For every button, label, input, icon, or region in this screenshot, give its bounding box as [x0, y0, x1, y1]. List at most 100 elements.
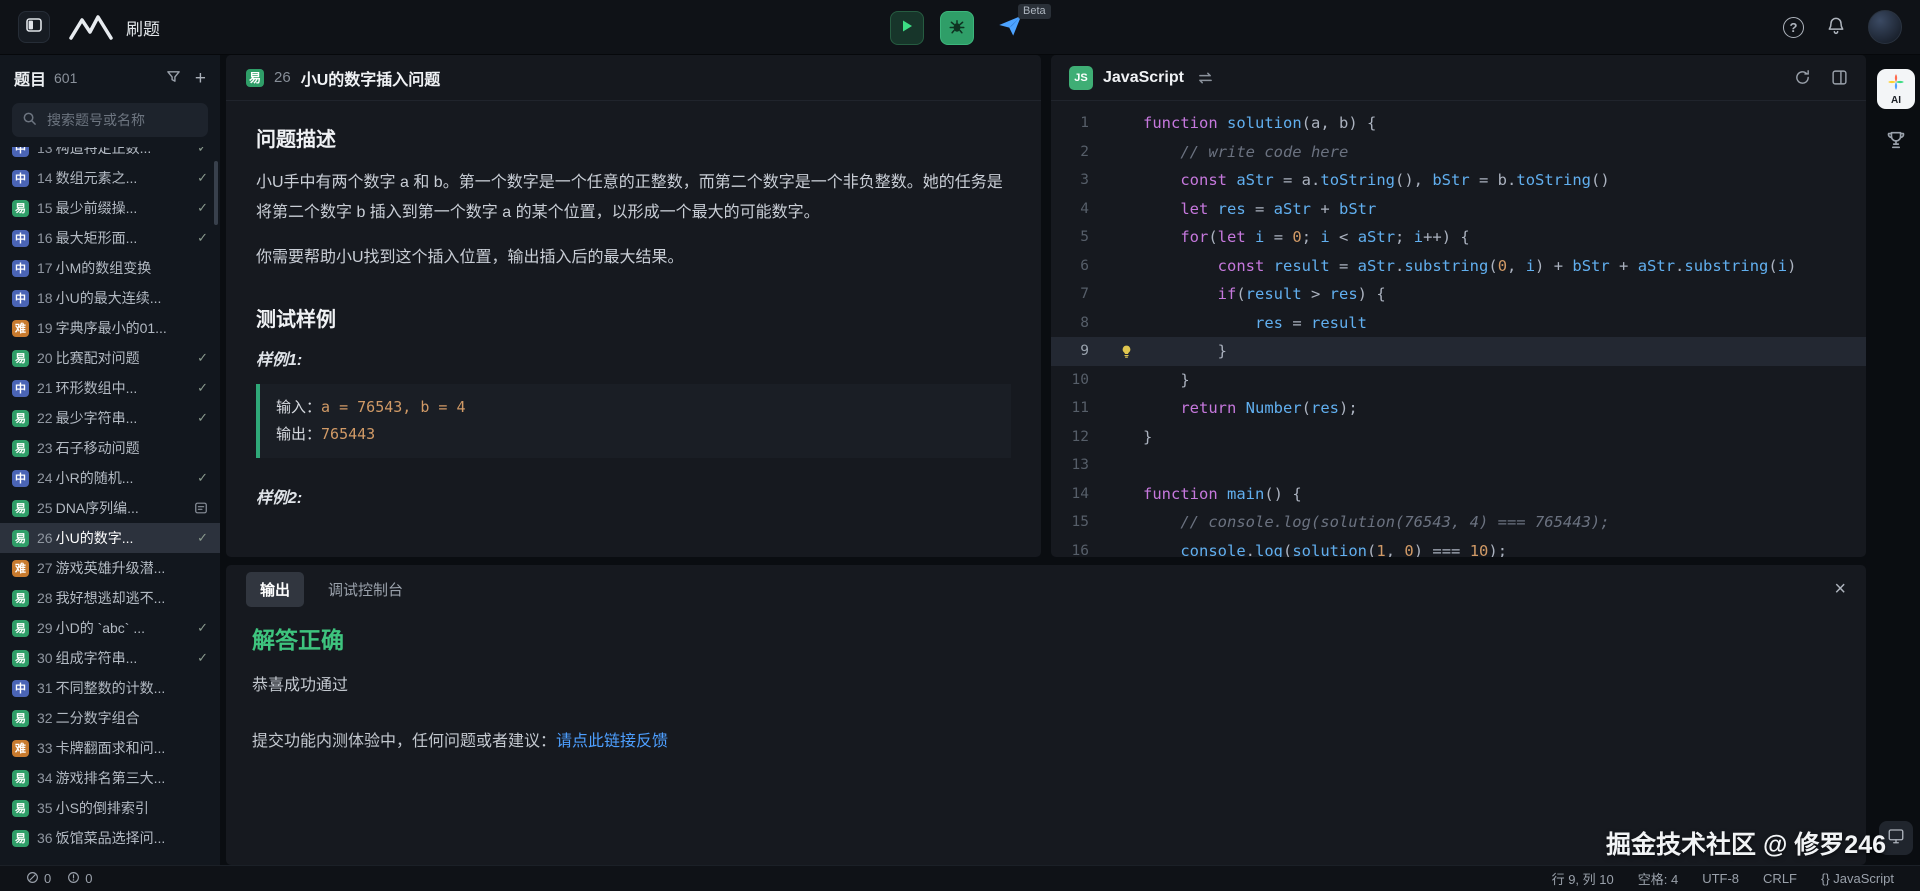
code-line-2[interactable]: 2 // write code here: [1051, 138, 1866, 167]
code-line-5[interactable]: 5 for(let i = 0; i < aStr; i++) {: [1051, 223, 1866, 252]
code-line-12[interactable]: 12}: [1051, 423, 1866, 452]
tab-output[interactable]: 输出: [246, 572, 304, 607]
code-line-9[interactable]: 9 }: [1051, 337, 1866, 366]
code-line-15[interactable]: 15 // console.log(solution(76543, 4) ===…: [1051, 508, 1866, 537]
add-problem-icon[interactable]: +: [195, 69, 206, 88]
submit-button[interactable]: Beta: [990, 8, 1030, 48]
difficulty-badge: 易: [12, 770, 29, 787]
language-mode[interactable]: {} JavaScript: [1821, 871, 1894, 886]
sidebar-item-15[interactable]: 易15最少前缀操...✓: [0, 193, 220, 223]
error-counter[interactable]: 0: [26, 871, 51, 887]
play-icon: [900, 19, 914, 37]
difficulty-badge: 难: [12, 320, 29, 337]
code-line-13[interactable]: 13: [1051, 451, 1866, 480]
ai-assistant-button[interactable]: AI: [1877, 69, 1915, 109]
problem-item-label: 36饭馆菜品选择问...: [37, 828, 208, 848]
indent-setting[interactable]: 空格: 4: [1638, 869, 1678, 888]
user-avatar[interactable]: [1868, 10, 1902, 44]
encoding[interactable]: UTF-8: [1702, 871, 1739, 886]
difficulty-badge: 易: [12, 350, 29, 367]
code-line-16[interactable]: 16 console.log(solution(1, 0) === 10);: [1051, 537, 1866, 558]
warning-counter[interactable]: 0: [67, 871, 92, 887]
difficulty-badge: 易: [12, 410, 29, 427]
sidebar-item-34[interactable]: 易34游戏排名第三大...: [0, 763, 220, 793]
code-line-10[interactable]: 10 }: [1051, 366, 1866, 395]
sidebar-item-27[interactable]: 难27游戏英雄升级潜...: [0, 553, 220, 583]
debug-run-button[interactable]: [940, 11, 974, 45]
sidebar-item-20[interactable]: 易 20比赛配对问题 ✓: [0, 343, 220, 373]
switch-language-icon[interactable]: [1198, 71, 1213, 85]
code-line-7[interactable]: 7 if(result > res) {: [1051, 280, 1866, 309]
sidebar-item-24[interactable]: 中24小R的随机...✓: [0, 463, 220, 493]
eol-setting[interactable]: CRLF: [1763, 871, 1797, 886]
bell-icon: [1826, 15, 1846, 39]
sidebar-item-17[interactable]: 中17小M的数组变换: [0, 253, 220, 283]
sidebar-item-28[interactable]: 易28我好想逃却逃不...: [0, 583, 220, 613]
code-text: for(let i = 0; i < aStr; i++) {: [1143, 228, 1470, 246]
code-line-11[interactable]: 11 return Number(res);: [1051, 394, 1866, 423]
run-button[interactable]: [890, 11, 924, 45]
sidebar-item-23[interactable]: 易23石子移动问题: [0, 433, 220, 463]
sample-input-value: a = 76543, b = 4: [321, 398, 466, 416]
sidebar-item-31[interactable]: 中31不同整数的计数...: [0, 673, 220, 703]
trophy-icon[interactable]: [1885, 129, 1907, 151]
help-button[interactable]: ?: [1783, 17, 1804, 38]
code-line-3[interactable]: 3 const aStr = a.toString(), bStr = b.to…: [1051, 166, 1866, 195]
code-line-1[interactable]: 1function solution(a, b) {: [1051, 109, 1866, 138]
close-icon[interactable]: ×: [1834, 579, 1846, 599]
notifications-button[interactable]: [1826, 15, 1846, 39]
problem-item-label: 35小S的倒排索引: [37, 798, 208, 818]
check-icon: ✓: [197, 350, 208, 366]
sidebar-item-14[interactable]: 中14数组元素之...✓: [0, 163, 220, 193]
sidebar-item-32[interactable]: 易32二分数字组合: [0, 703, 220, 733]
sidebar-item-16[interactable]: 中16最大矩形面...✓: [0, 223, 220, 253]
layout-icon[interactable]: [1831, 69, 1848, 86]
line-number: 8: [1051, 315, 1109, 331]
code-editor[interactable]: 1function solution(a, b) {2 // write cod…: [1051, 101, 1866, 557]
code-line-14[interactable]: 14function main() {: [1051, 480, 1866, 509]
lightbulb-icon[interactable]: [1109, 344, 1143, 359]
search-box[interactable]: [12, 103, 208, 137]
sample-output-line: 输出：765443: [276, 421, 995, 448]
sidebar-item-22[interactable]: 易 22最少字符串... ✓: [0, 403, 220, 433]
difficulty-badge: 中: [12, 170, 29, 187]
code-line-8[interactable]: 8 res = result: [1051, 309, 1866, 338]
feedback-link[interactable]: 请点此链接反馈: [556, 733, 668, 750]
check-icon: ✓: [197, 410, 208, 426]
feedback-line: 提交功能内测体验中，任何问题或者建议：请点此链接反馈: [252, 727, 1840, 751]
sidebar-item-19[interactable]: 难19字典序最小的01...: [0, 313, 220, 343]
sidebar-item-36[interactable]: 易36饭馆菜品选择问...: [0, 823, 220, 853]
problem-item-label: 22最少字符串...: [37, 408, 189, 428]
code-text: if(result > res) {: [1143, 285, 1386, 303]
status-bar: 0 0 行 9, 列 10 空格: 4 UTF-8 CRLF {} JavaSc…: [0, 865, 1920, 891]
sidebar-toggle-button[interactable]: [18, 11, 50, 43]
tab-debug-console[interactable]: 调试控制台: [314, 572, 417, 607]
filter-icon[interactable]: [166, 69, 181, 88]
problem-item-label: 20比赛配对问题: [37, 348, 189, 368]
check-icon: ✓: [197, 200, 208, 216]
line-number: 10: [1051, 372, 1109, 388]
difficulty-badge: 中: [12, 470, 29, 487]
reset-code-icon[interactable]: [1794, 69, 1811, 86]
sidebar-item-29[interactable]: 易29小D的 `abc` ...✓: [0, 613, 220, 643]
sidebar-item-26[interactable]: 易26小U的数字...✓: [0, 523, 220, 553]
sidebar-item-18[interactable]: 中18小U的最大连续...: [0, 283, 220, 313]
device-preview-button[interactable]: [1879, 821, 1913, 855]
sidebar-item-25[interactable]: 易25DNA序列编...: [0, 493, 220, 523]
warning-count: 0: [85, 871, 92, 886]
cursor-position[interactable]: 行 9, 列 10: [1552, 869, 1614, 888]
difficulty-badge: 易: [12, 590, 29, 607]
sidebar-item-21[interactable]: 中21环形数组中...✓: [0, 373, 220, 403]
scrollbar-thumb[interactable]: [214, 161, 218, 225]
code-line-4[interactable]: 4 let res = aStr + bStr: [1051, 195, 1866, 224]
sidebar-item-13[interactable]: 中13构造特定正数...✓: [0, 147, 220, 163]
sidebar-item-30[interactable]: 易30组成字符串...✓: [0, 643, 220, 673]
sidebar-item-33[interactable]: 难33卡牌翻面求和问...: [0, 733, 220, 763]
search-input[interactable]: [45, 111, 198, 129]
problem-panel-title: 小U的数字插入问题: [301, 66, 441, 90]
line-number: 5: [1051, 229, 1109, 245]
code-line-6[interactable]: 6 const result = aStr.substring(0, i) + …: [1051, 252, 1866, 281]
sidebar-item-35[interactable]: 易35小S的倒排索引: [0, 793, 220, 823]
editor-header: JS JavaScript: [1051, 55, 1866, 101]
language-label: JavaScript: [1103, 69, 1184, 87]
